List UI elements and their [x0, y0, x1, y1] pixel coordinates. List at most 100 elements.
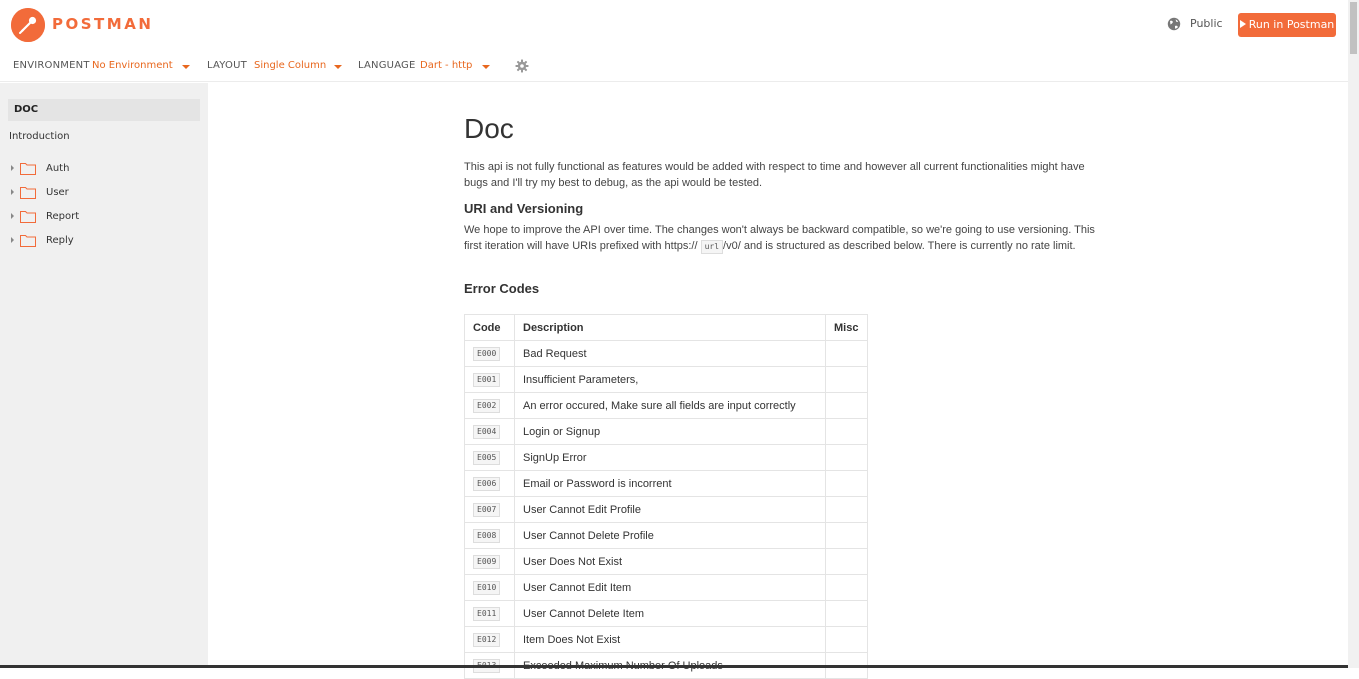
uri-versioning-heading: URI and Versioning	[464, 201, 584, 216]
sidebar-folder-report[interactable]: Report	[0, 207, 208, 227]
description-cell: Email or Password is incorrent	[514, 470, 826, 497]
error-code-badge: E012	[473, 632, 501, 647]
uri-paragraph: We hope to improve the API over time. Th…	[464, 222, 1104, 254]
folder-label: Report	[46, 211, 80, 222]
code-cell: E010	[464, 574, 515, 601]
description-cell: Bad Request	[514, 340, 826, 367]
description-cell: User Cannot Delete Item	[514, 600, 826, 627]
misc-cell	[825, 340, 868, 367]
misc-cell	[825, 444, 868, 471]
play-icon	[1239, 20, 1246, 28]
misc-cell	[825, 574, 868, 601]
error-code-badge: E011	[473, 606, 501, 621]
misc-cell	[825, 470, 868, 497]
globe-icon	[1167, 17, 1181, 31]
table-row: E001 Insufficient Parameters,	[464, 366, 868, 393]
language-label: LANGUAGE	[358, 60, 416, 71]
description-cell: Insufficient Parameters,	[514, 366, 826, 393]
language-caret-icon[interactable]	[482, 65, 490, 69]
error-code-badge: E005	[473, 450, 501, 465]
misc-cell	[825, 418, 868, 445]
code-cell: E004	[464, 418, 515, 445]
table-row: E005 SignUp Error	[464, 444, 868, 471]
expand-arrow-icon[interactable]	[11, 213, 14, 219]
table-row: E012 Item Does Not Exist	[464, 626, 868, 653]
environment-select[interactable]: No Environment	[92, 60, 173, 71]
misc-cell	[825, 496, 868, 523]
vertical-scrollbar[interactable]	[1348, 0, 1359, 668]
uri-text-end: /v0/ and is structured as described belo…	[723, 240, 1076, 252]
environment-caret-icon[interactable]	[182, 65, 190, 69]
code-cell: E002	[464, 392, 515, 419]
code-cell: E000	[464, 340, 515, 367]
sidebar-item-introduction[interactable]: Introduction	[9, 131, 70, 142]
layout-caret-icon[interactable]	[334, 65, 342, 69]
table-header-row: Code Description Misc	[464, 314, 868, 341]
visibility-status: Public	[1190, 17, 1223, 30]
error-code-badge: E010	[473, 580, 501, 595]
table-row: E009 User Does Not Exist	[464, 548, 868, 575]
error-code-badge: E001	[473, 372, 501, 387]
error-code-badge: E008	[473, 528, 501, 543]
folder-label: Reply	[46, 235, 74, 246]
description-cell: Login or Signup	[514, 418, 826, 445]
description-cell: Item Does Not Exist	[514, 626, 826, 653]
code-cell: E005	[464, 444, 515, 471]
sidebar-item-doc[interactable]: DOC	[8, 99, 200, 121]
description-cell: User Does Not Exist	[514, 548, 826, 575]
error-code-badge: E006	[473, 476, 501, 491]
column-header-misc: Misc	[825, 314, 868, 341]
sidebar-folder-user[interactable]: User	[0, 183, 208, 203]
misc-cell	[825, 548, 868, 575]
expand-arrow-icon[interactable]	[11, 165, 14, 171]
gear-icon[interactable]	[515, 59, 529, 73]
description-cell: SignUp Error	[514, 444, 826, 471]
environment-label: ENVIRONMENT	[13, 60, 90, 71]
sidebar-folder-reply[interactable]: Reply	[0, 231, 208, 251]
code-cell: E001	[464, 366, 515, 393]
sidebar-folder-auth[interactable]: Auth	[0, 159, 208, 179]
error-code-badge: E004	[473, 424, 501, 439]
code-cell: E006	[464, 470, 515, 497]
table-row: E010 User Cannot Edit Item	[464, 574, 868, 601]
table-row: E011 User Cannot Delete Item	[464, 600, 868, 627]
brand-name: POSTMAN	[52, 15, 154, 33]
error-codes-table: Code Description Misc E000 Bad Request E00…	[464, 314, 868, 679]
code-cell: E008	[464, 522, 515, 549]
error-codes-heading: Error Codes	[464, 281, 540, 296]
error-code-badge: E002	[473, 398, 501, 413]
table-row: E000 Bad Request	[464, 340, 868, 367]
expand-arrow-icon[interactable]	[11, 237, 14, 243]
description-cell: User Cannot Edit Item	[514, 574, 826, 601]
misc-cell	[825, 392, 868, 419]
uri-inline-code: url	[700, 240, 724, 254]
sidebar: DOC Introduction Auth User Report Reply	[0, 83, 208, 668]
error-code-badge: E000	[473, 346, 501, 361]
description-cell: An error occured, Make sure all fields a…	[514, 392, 826, 419]
table-row: E007 User Cannot Edit Profile	[464, 496, 868, 523]
language-select[interactable]: Dart - http	[420, 60, 472, 71]
run-button-label: Run in Postman	[1248, 18, 1335, 31]
misc-cell	[825, 600, 868, 627]
description-cell: User Cannot Delete Profile	[514, 522, 826, 549]
folder-icon	[20, 163, 36, 175]
layout-select[interactable]: Single Column	[254, 60, 326, 71]
folder-icon	[20, 187, 36, 199]
table-row: E004 Login or Signup	[464, 418, 868, 445]
table-row: E002 An error occured, Make sure all fiel…	[464, 392, 868, 419]
column-header-code: Code	[464, 314, 515, 341]
code-cell: E012	[464, 626, 515, 653]
misc-cell	[825, 626, 868, 653]
top-header: POSTMAN Public Run in Postman ENVIRONMEN…	[0, 0, 1348, 82]
misc-cell	[825, 366, 868, 393]
postman-logo-icon[interactable]	[11, 8, 45, 42]
code-cell: E011	[464, 600, 515, 627]
expand-arrow-icon[interactable]	[11, 189, 14, 195]
scrollbar-thumb[interactable]	[1350, 2, 1357, 54]
run-in-postman-button[interactable]: Run in Postman	[1238, 13, 1336, 37]
column-header-description: Description	[514, 314, 826, 341]
page-title: Doc	[464, 113, 514, 144]
error-code-badge: E007	[473, 502, 501, 517]
error-code-badge: E009	[473, 554, 501, 569]
folder-icon	[20, 211, 36, 223]
